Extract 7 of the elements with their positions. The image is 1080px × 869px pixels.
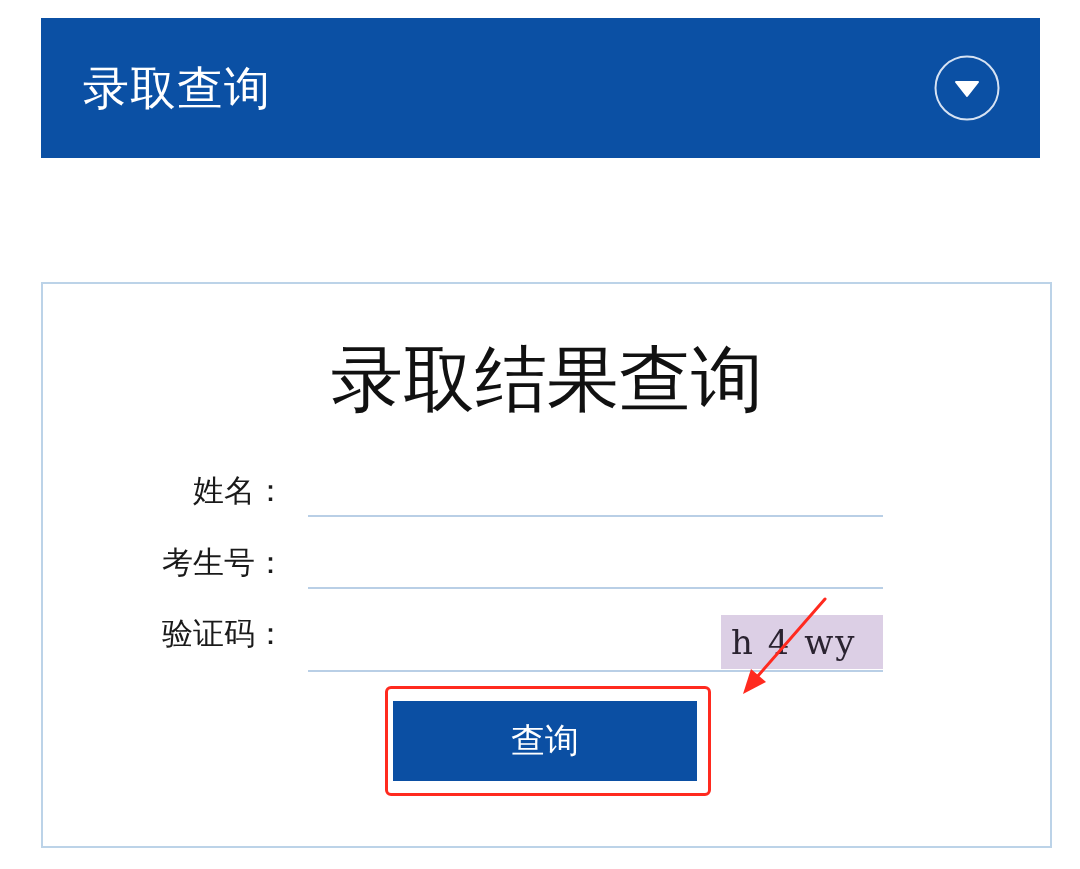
header-title: 录取查询 (83, 60, 271, 116)
dropdown-icon[interactable] (934, 55, 1000, 121)
field-label: 姓名： (193, 473, 286, 507)
query-button[interactable]: 查询 (393, 701, 697, 781)
field-label: 验证码： (162, 616, 286, 650)
field-label: 考生号： (162, 545, 286, 579)
card-title: 录取结果查询 (330, 344, 763, 414)
